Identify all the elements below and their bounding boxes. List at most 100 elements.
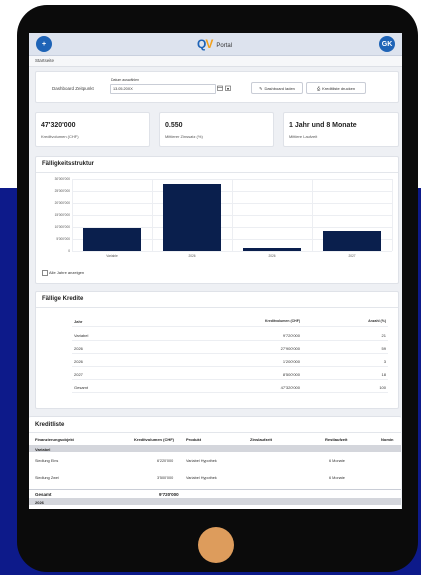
cell-year: Gesamt xyxy=(74,385,89,390)
due-loans-title: Fällige Kredite xyxy=(42,296,84,302)
table-row-total: Gesamt 47'320'000 100 xyxy=(72,382,388,393)
breadcrumb: Startseite xyxy=(29,56,402,67)
vertical-gridline xyxy=(72,179,73,251)
kpi-card-maturity: 1 Jahr und 8 Monate Mittlere Laufzeit xyxy=(283,112,399,147)
cell-volume: 6'220'000 xyxy=(157,459,174,463)
col-year: Jahr xyxy=(74,319,83,324)
kpi-card-volume: 47'320'000 Kreditvolumen (CHF) xyxy=(35,112,150,147)
calendar-icon[interactable] xyxy=(217,85,223,91)
pencil-icon: ✎ xyxy=(259,85,263,91)
kpi-volume-value: 47'320'000 xyxy=(41,122,76,129)
col-volume: Kreditvolumen (CHF) xyxy=(265,319,300,323)
print-loan-list-button[interactable]: ⎙ Kreditliste drucken xyxy=(306,82,366,94)
divider xyxy=(36,307,398,308)
table-row: 2026 27'900'000 59 xyxy=(72,343,388,354)
total-label: Gesamt xyxy=(35,491,52,497)
add-button[interactable]: + xyxy=(36,36,52,52)
cell-year: 2027 xyxy=(74,372,83,377)
top-bar: + QV Portal GK xyxy=(29,33,402,56)
cell-object: Siedlung Eins xyxy=(35,459,59,463)
chart-bar[interactable] xyxy=(82,227,142,251)
total-value: 9'720'000 xyxy=(159,491,179,497)
cell-volume: 8'500'000 xyxy=(282,372,300,377)
vertical-gridline xyxy=(232,179,233,251)
app-logo[interactable]: QV Portal xyxy=(197,37,232,51)
dashboard-controls-panel: Dashboard Zeitpunkt Datum auswählen 13.0… xyxy=(35,71,399,103)
x-tick-label: 2027 xyxy=(348,254,356,258)
calendar-today-icon[interactable] xyxy=(225,85,231,91)
chart-bar[interactable] xyxy=(162,184,222,251)
y-tick-label: 30'000'000 xyxy=(54,177,70,181)
app-screen: + QV Portal GK Startseite Dashboard Zeit… xyxy=(29,33,402,509)
y-tick-label: 25'000'000 xyxy=(54,189,70,193)
col-interest-term: Zinslaufzeit xyxy=(250,437,273,442)
load-dashboard-button[interactable]: ✎ Dashboard laden xyxy=(251,82,303,94)
maturity-bar-chart: 30'000'000 25'000'000 20'000'000 15'000'000… xyxy=(36,157,398,283)
kpi-card-interest: 0.550 Mittlerer Zinssatz (%) xyxy=(159,112,274,147)
col-object: Finanzierungsobjekt xyxy=(35,437,74,442)
group-label: Variabel xyxy=(35,446,51,452)
chart-bar[interactable] xyxy=(322,230,382,251)
chart-bar[interactable] xyxy=(242,248,302,251)
cell-remaining-term: 6 Monate xyxy=(329,459,345,463)
print-loan-list-label: Kreditliste drucken xyxy=(322,85,356,91)
table-row: Variabel 9'720'000 21 xyxy=(72,330,388,341)
tablet-home-button[interactable] xyxy=(198,527,234,563)
y-tick-label: 20'000'000 xyxy=(54,201,70,205)
loan-list-total-row: Gesamt 9'720'000 xyxy=(29,489,401,498)
cell-share: 59 xyxy=(381,346,386,351)
y-tick-label: 15'000'000 xyxy=(54,213,70,217)
col-remaining-term: Restlaufzeit xyxy=(325,437,348,442)
vertical-gridline xyxy=(312,179,313,251)
user-initials: GK xyxy=(381,40,393,48)
cell-year: Variabel xyxy=(74,333,89,338)
divider xyxy=(29,432,401,433)
col-nominal: Nomin xyxy=(381,437,394,442)
cell-share: 18 xyxy=(381,372,386,377)
cell-product: Variabel Hypothek xyxy=(186,459,217,463)
group-label: 2026 xyxy=(35,499,44,505)
cell-year: 2026 xyxy=(74,359,83,364)
date-field-label: Datum auswählen xyxy=(111,78,140,82)
cell-year: 2026 xyxy=(74,346,83,351)
logo-mark: QV xyxy=(197,37,213,51)
date-input-value: 13.05.20XX xyxy=(113,86,133,91)
cell-volume: 9'720'000 xyxy=(282,333,300,338)
cell-volume: 1'200'000 xyxy=(282,359,300,364)
table-row: 2027 8'500'000 18 xyxy=(72,369,388,380)
cell-remaining-term: 6 Monate xyxy=(329,476,345,480)
kpi-interest-value: 0.550 xyxy=(165,122,183,129)
loan-list-panel: Kreditliste Finanzierungsobjekt Kreditvo… xyxy=(29,416,401,509)
printer-icon: ⎙ xyxy=(316,85,321,91)
cell-volume: 47'320'000 xyxy=(280,385,300,390)
col-volume: Kreditvolumen (CHF) xyxy=(134,437,174,442)
all-years-label: Alle Jahre anzeigen xyxy=(49,270,85,275)
cell-object: Siedlung Zwei xyxy=(35,476,59,480)
y-tick-label: 0 xyxy=(68,249,70,253)
x-tick-label: Variable xyxy=(106,254,118,258)
dashboard-time-label: Dashboard Zeitpunkt xyxy=(52,86,94,91)
group-header-2026: 2026 xyxy=(29,498,401,505)
kpi-volume-label: Kreditvolumen (CHF) xyxy=(41,134,79,139)
breadcrumb-home-link[interactable]: Startseite xyxy=(35,58,54,63)
all-years-checkbox[interactable] xyxy=(42,270,48,276)
user-avatar-button[interactable]: GK xyxy=(379,36,395,52)
y-tick-label: 5'000'000 xyxy=(56,237,70,241)
vertical-gridline xyxy=(152,179,153,251)
y-tick-label: 10'000'000 xyxy=(54,225,70,229)
kpi-maturity-label: Mittlere Laufzeit xyxy=(289,134,318,139)
table-row: 2026 1'200'000 3 xyxy=(72,356,388,367)
due-loans-header-row: Jahr Kreditvolumen (CHF) Anzahl (%) xyxy=(72,316,388,327)
load-dashboard-label: Dashboard laden xyxy=(264,85,295,91)
group-header-variable: Variabel xyxy=(29,445,401,452)
kpi-interest-label: Mittlerer Zinssatz (%) xyxy=(165,134,203,139)
plus-icon: + xyxy=(41,40,47,48)
col-share: Anzahl (%) xyxy=(368,319,386,323)
kpi-maturity-value: 1 Jahr und 8 Monate xyxy=(289,122,357,129)
date-input[interactable]: 13.05.20XX xyxy=(110,84,216,94)
cell-volume: 3'500'000 xyxy=(157,476,174,480)
loan-list-title: Kreditliste xyxy=(35,422,65,428)
cell-share: 21 xyxy=(381,333,386,338)
cell-volume: 27'900'000 xyxy=(280,346,300,351)
col-product: Produkt xyxy=(186,437,202,442)
